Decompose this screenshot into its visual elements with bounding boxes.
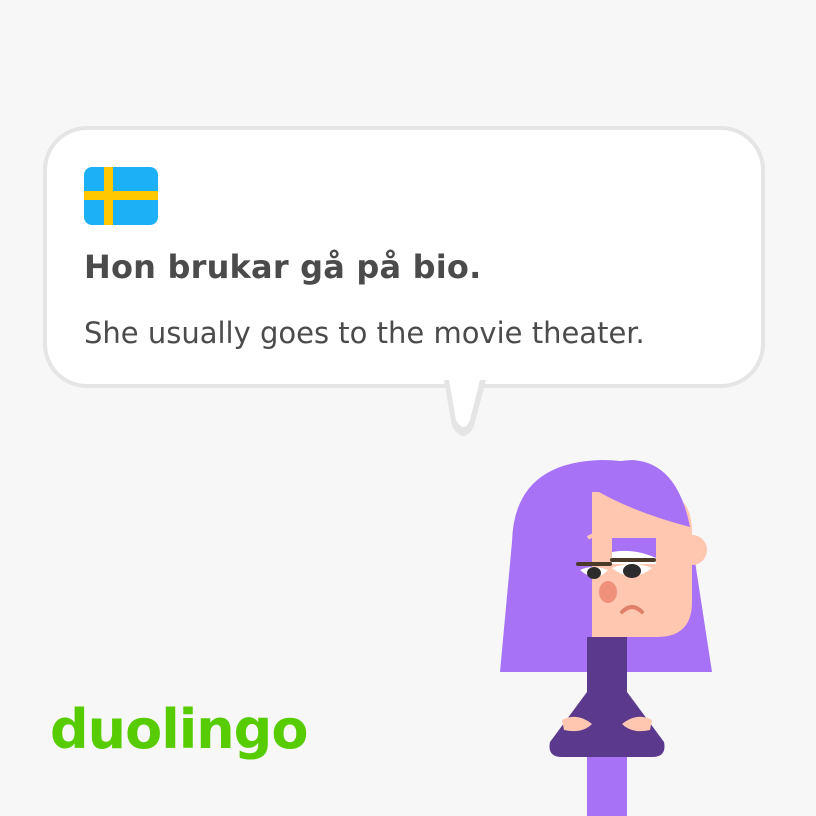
phrase-text: Hon brukar gå på bio. [84,248,482,286]
lily-character-illustration [500,460,712,816]
character-nose [599,581,617,603]
character-ear [677,535,707,565]
sweden-flag-icon [84,167,158,225]
translation-text: She usually goes to the movie theater. [84,316,645,350]
speech-bubble-tail [444,380,486,436]
duolingo-logo: duolingo [50,698,308,761]
